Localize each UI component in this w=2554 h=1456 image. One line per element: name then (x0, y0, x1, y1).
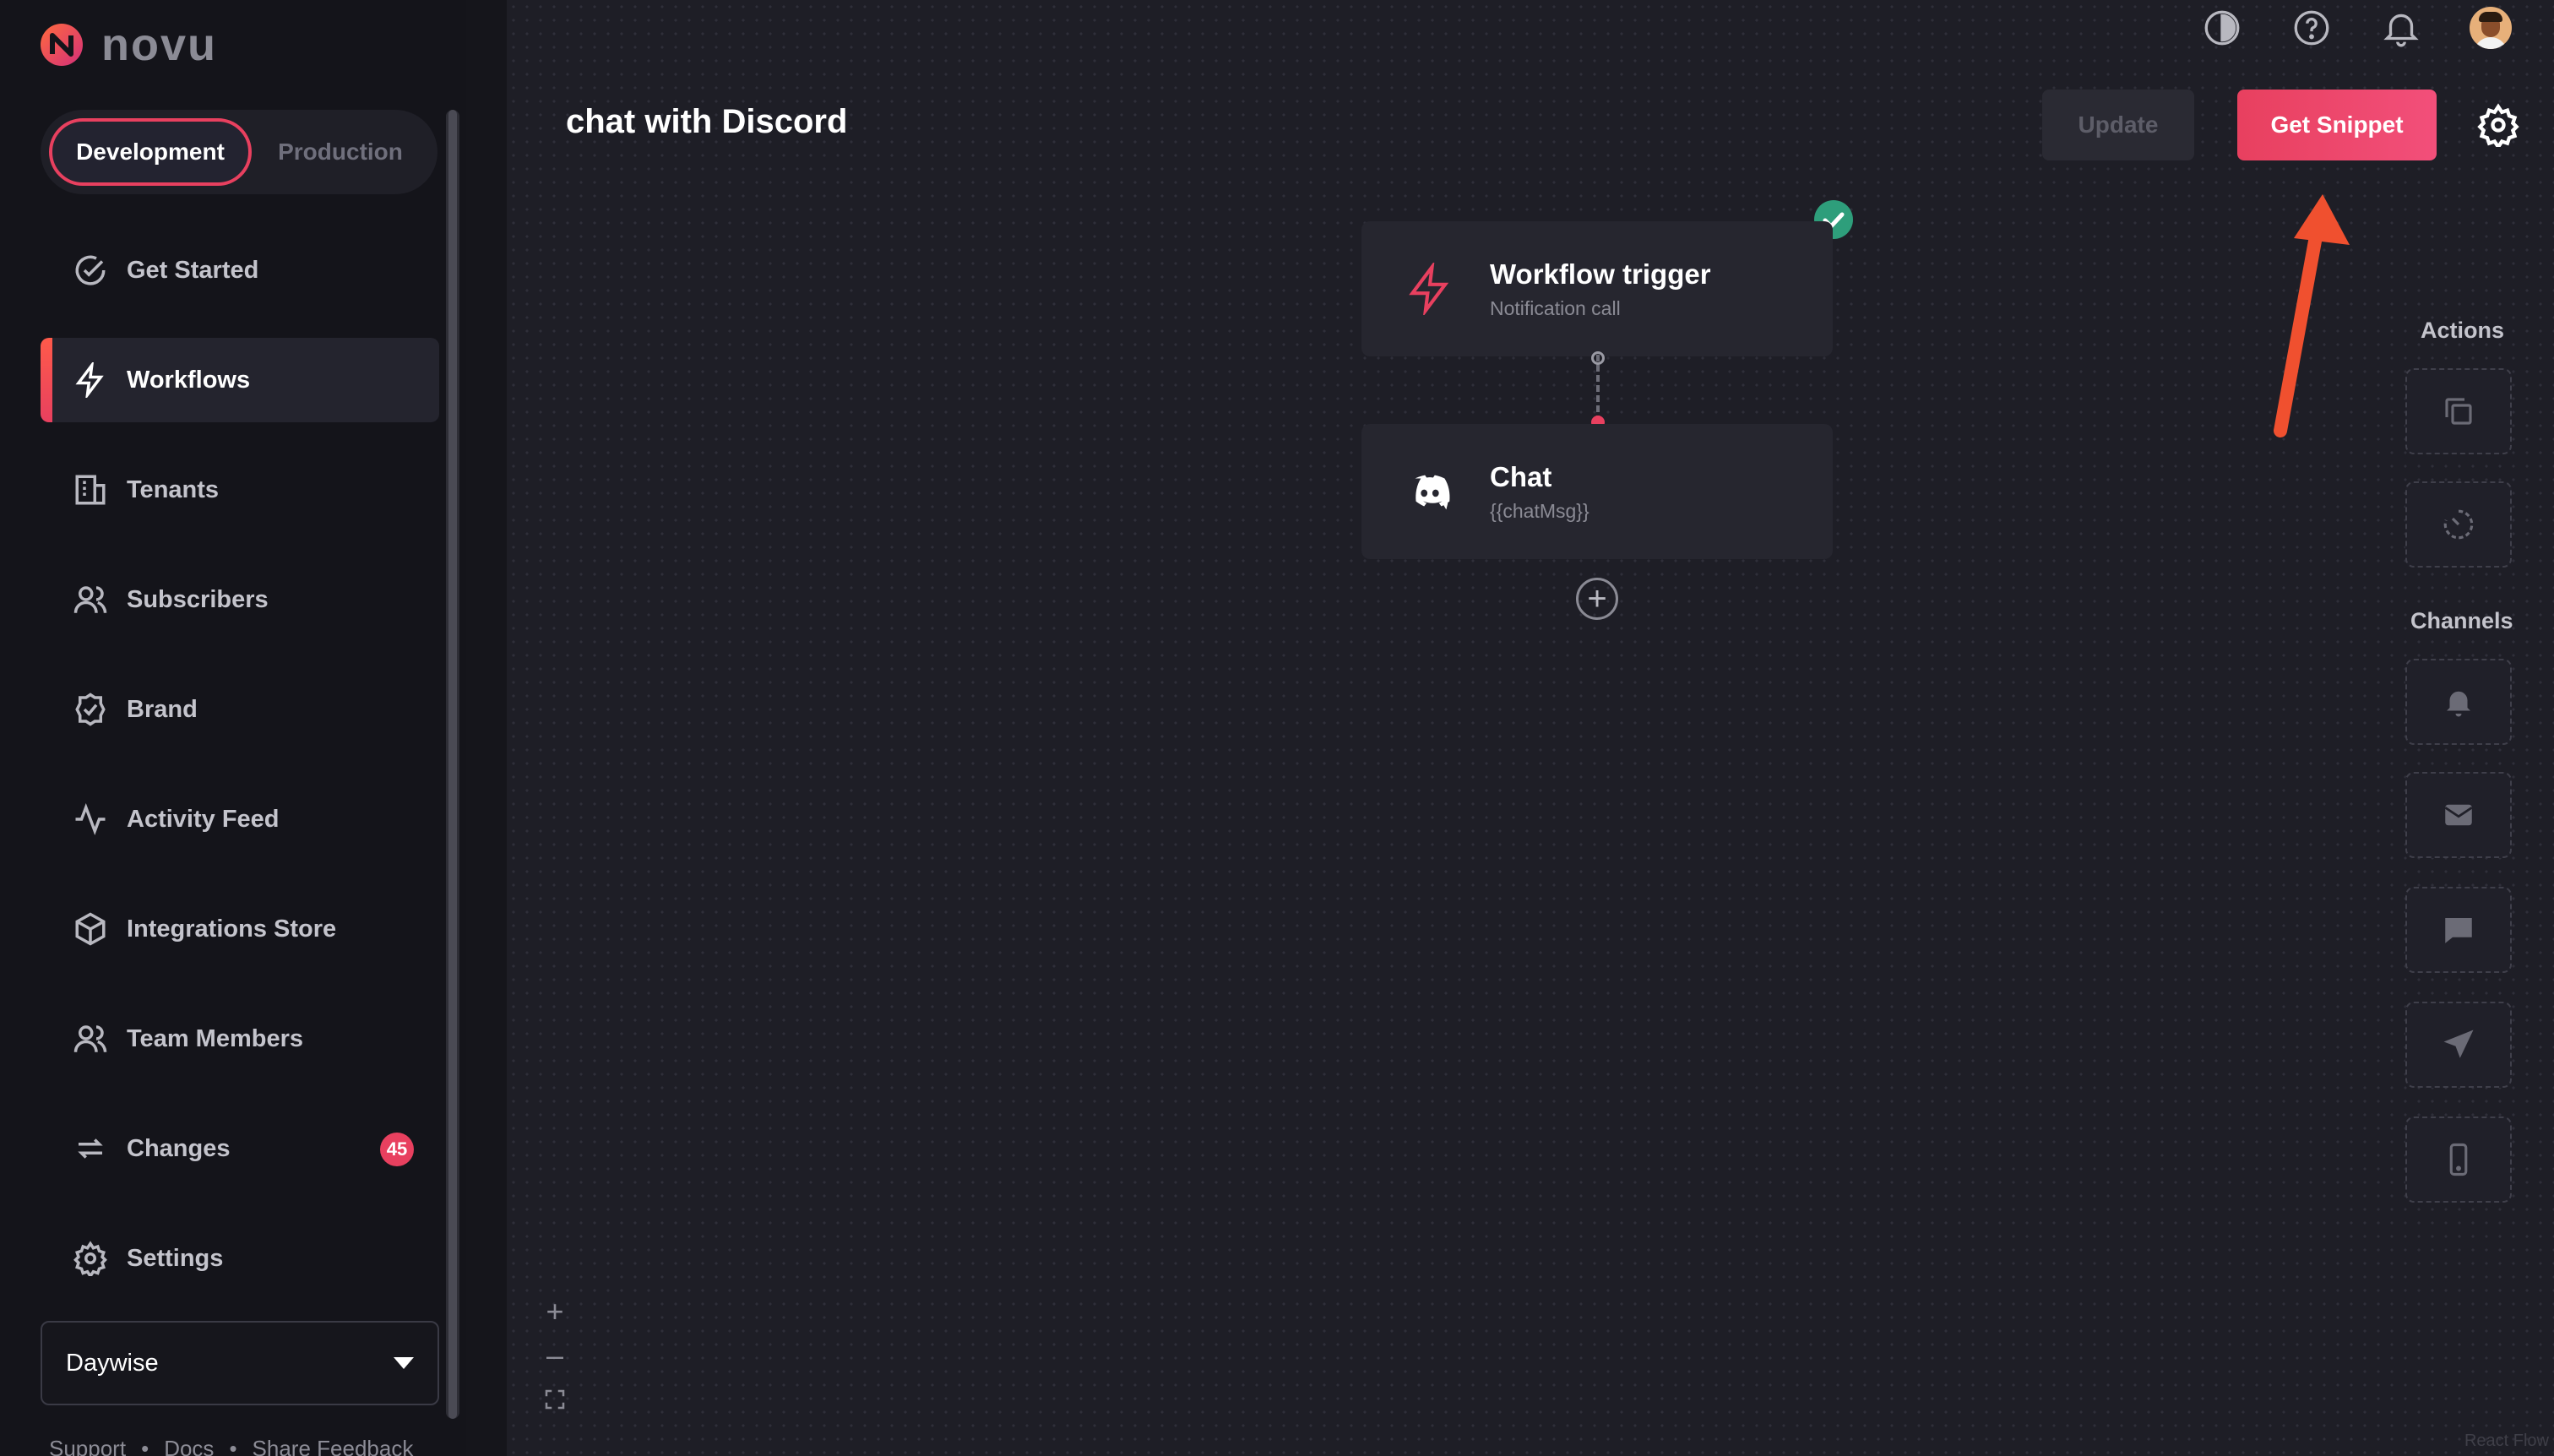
discord-icon (1415, 475, 1450, 510)
sidebar-item-activity-feed[interactable]: Activity Feed (41, 777, 439, 861)
env-development-button[interactable]: Development (49, 118, 252, 186)
changes-count-badge: 45 (380, 1133, 414, 1166)
delay-icon (2443, 509, 2474, 540)
workflow-settings-gear-icon[interactable] (2476, 103, 2520, 147)
page-title[interactable]: chat with Discord (566, 103, 847, 141)
chat-icon (2445, 918, 2472, 943)
trigger-node-title: Workflow trigger (1490, 258, 1711, 290)
sidebar-item-label: Settings (127, 1244, 224, 1272)
chat-node-text: Chat {{chatMsg}} (1490, 461, 1589, 523)
novu-logo-icon (41, 24, 83, 66)
top-toolbar (2201, 7, 2512, 49)
env-production-button[interactable]: Production (252, 118, 429, 186)
environment-switch: Development Production (41, 110, 437, 194)
box-icon (75, 912, 106, 946)
annotation-arrow-icon (2274, 194, 2350, 437)
push-icon (2443, 1030, 2474, 1058)
sidebar-item-tenants[interactable]: Tenants (41, 448, 439, 532)
sidebar-item-label: Brand (127, 695, 198, 723)
sidebar-item-label: Subscribers (127, 585, 269, 613)
workflow-trigger-node[interactable]: Workflow trigger Notification call (1361, 221, 1833, 356)
sidebar-scrollbar[interactable] (446, 110, 459, 1419)
sidebar-item-get-started[interactable]: Get Started (41, 228, 439, 312)
sidebar-item-label: Get Started (127, 256, 259, 284)
badge-check-icon (75, 693, 106, 726)
sidebar-item-team-members[interactable]: Team Members (41, 997, 439, 1081)
chat-step-node[interactable]: Chat {{chatMsg}} (1361, 424, 1833, 559)
check-circle-icon (75, 255, 106, 285)
sidebar-item-label: Workflows (127, 366, 251, 394)
zoom-out-button[interactable]: – (542, 1338, 568, 1372)
zoom-in-button[interactable]: + (542, 1294, 568, 1328)
sidebar-item-subscribers[interactable]: Subscribers (41, 557, 439, 642)
delay-action-button[interactable] (2405, 481, 2512, 568)
sidebar-edge (466, 0, 507, 1456)
email-icon (2444, 804, 2473, 826)
sidebar-scrollbar-thumb[interactable] (448, 110, 457, 1419)
chat-channel-button[interactable] (2405, 887, 2512, 973)
avatar-shirt (2474, 37, 2508, 49)
trigger-node-subtitle: Notification call (1490, 296, 1621, 319)
in-app-bell-icon (2447, 691, 2470, 717)
trigger-node-text: Workflow trigger Notification call (1490, 258, 1711, 320)
fit-view-icon[interactable] (542, 1387, 568, 1412)
react-flow-attribution[interactable]: React Flow (2464, 1432, 2549, 1451)
theme-toggle-icon[interactable] (2201, 7, 2243, 49)
digest-action-button[interactable] (2405, 368, 2512, 454)
avatar-hair (2479, 12, 2502, 22)
caret-down-icon (394, 1357, 414, 1369)
update-button[interactable]: Update (2042, 90, 2194, 160)
notification-bell-icon[interactable] (2380, 7, 2422, 49)
sidebar-nav: Get Started Workflows Tenants Subscriber… (41, 228, 439, 1326)
node-connector-edge (1596, 355, 1600, 422)
sidebar-footer-links: Support • Docs • Share Feedback (49, 1436, 413, 1456)
bolt-icon (1409, 263, 1449, 315)
digest-icon (2445, 398, 2472, 425)
sms-icon (2449, 1143, 2468, 1176)
in-app-channel-button[interactable] (2405, 659, 2512, 745)
sms-channel-button[interactable] (2405, 1116, 2512, 1203)
help-icon[interactable] (2290, 7, 2333, 49)
support-link[interactable]: Support (49, 1436, 126, 1456)
push-channel-button[interactable] (2405, 1002, 2512, 1088)
team-icon (73, 1025, 107, 1052)
organization-select[interactable]: Daywise (41, 1321, 439, 1405)
bolt-icon (75, 362, 104, 398)
actions-label: Actions (2421, 318, 2505, 343)
sidebar: novu Development Production Get Started … (0, 0, 507, 1456)
add-step-button[interactable]: + (1576, 578, 1618, 620)
docs-link[interactable]: Docs (164, 1436, 214, 1456)
refresh-icon (78, 1138, 103, 1159)
gear-icon (73, 1241, 107, 1276)
get-snippet-button[interactable]: Get Snippet (2237, 90, 2437, 160)
user-avatar[interactable] (2470, 7, 2512, 49)
sidebar-item-workflows[interactable]: Workflows (41, 338, 439, 422)
sidebar-item-changes[interactable]: Changes 45 (41, 1106, 439, 1191)
sidebar-item-label: Activity Feed (127, 805, 280, 833)
sidebar-item-brand[interactable]: Brand (41, 667, 439, 752)
logo[interactable]: novu (39, 19, 217, 71)
email-channel-button[interactable] (2405, 772, 2512, 858)
building-icon (75, 475, 106, 505)
share-feedback-link[interactable]: Share Feedback (253, 1436, 414, 1456)
workflow-canvas[interactable]: chat with Discord Update Get Snippet (507, 0, 2554, 1456)
app-root: novu Development Production Get Started … (0, 0, 2554, 1456)
organization-name: Daywise (66, 1349, 159, 1377)
chat-node-title: Chat (1490, 460, 1552, 492)
sidebar-item-integrations-store[interactable]: Integrations Store (41, 887, 439, 971)
activity-icon (75, 803, 106, 835)
separator-dot: • (141, 1436, 149, 1456)
channels-label: Channels (2410, 608, 2513, 633)
sidebar-item-label: Tenants (127, 475, 220, 503)
sidebar-item-settings[interactable]: Settings (41, 1216, 439, 1301)
users-icon (73, 586, 107, 613)
separator-dot: • (229, 1436, 237, 1456)
sidebar-item-label: Changes (127, 1134, 231, 1162)
sidebar-item-label: Team Members (127, 1024, 303, 1052)
sidebar-item-label: Integrations Store (127, 915, 337, 943)
logo-text: novu (101, 19, 217, 70)
chat-node-subtitle: {{chatMsg}} (1490, 499, 1589, 522)
